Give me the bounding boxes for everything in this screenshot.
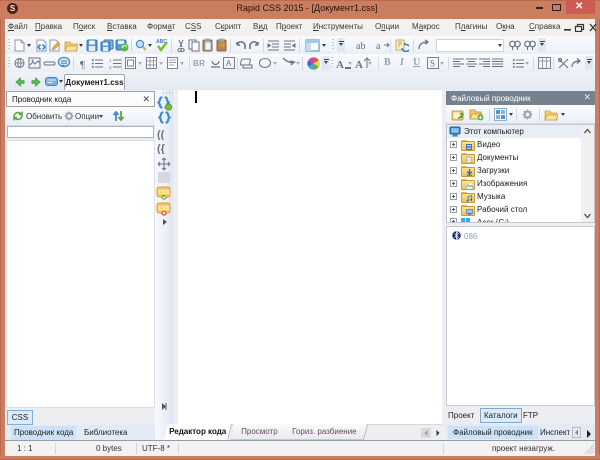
svg-text:¶: ¶ xyxy=(80,59,85,70)
svg-text:A: A xyxy=(355,59,363,70)
svg-text:1: 1 xyxy=(109,58,112,63)
svg-text:2: 2 xyxy=(109,65,112,70)
svg-text:({: ({ xyxy=(157,143,166,154)
svg-text:ab: ab xyxy=(356,41,365,52)
svg-text:S: S xyxy=(430,59,435,69)
svg-text:((: (( xyxy=(157,129,165,140)
svg-text:a: a xyxy=(376,41,381,52)
svg-text:A: A xyxy=(226,59,232,68)
svg-text:A: A xyxy=(336,59,344,70)
